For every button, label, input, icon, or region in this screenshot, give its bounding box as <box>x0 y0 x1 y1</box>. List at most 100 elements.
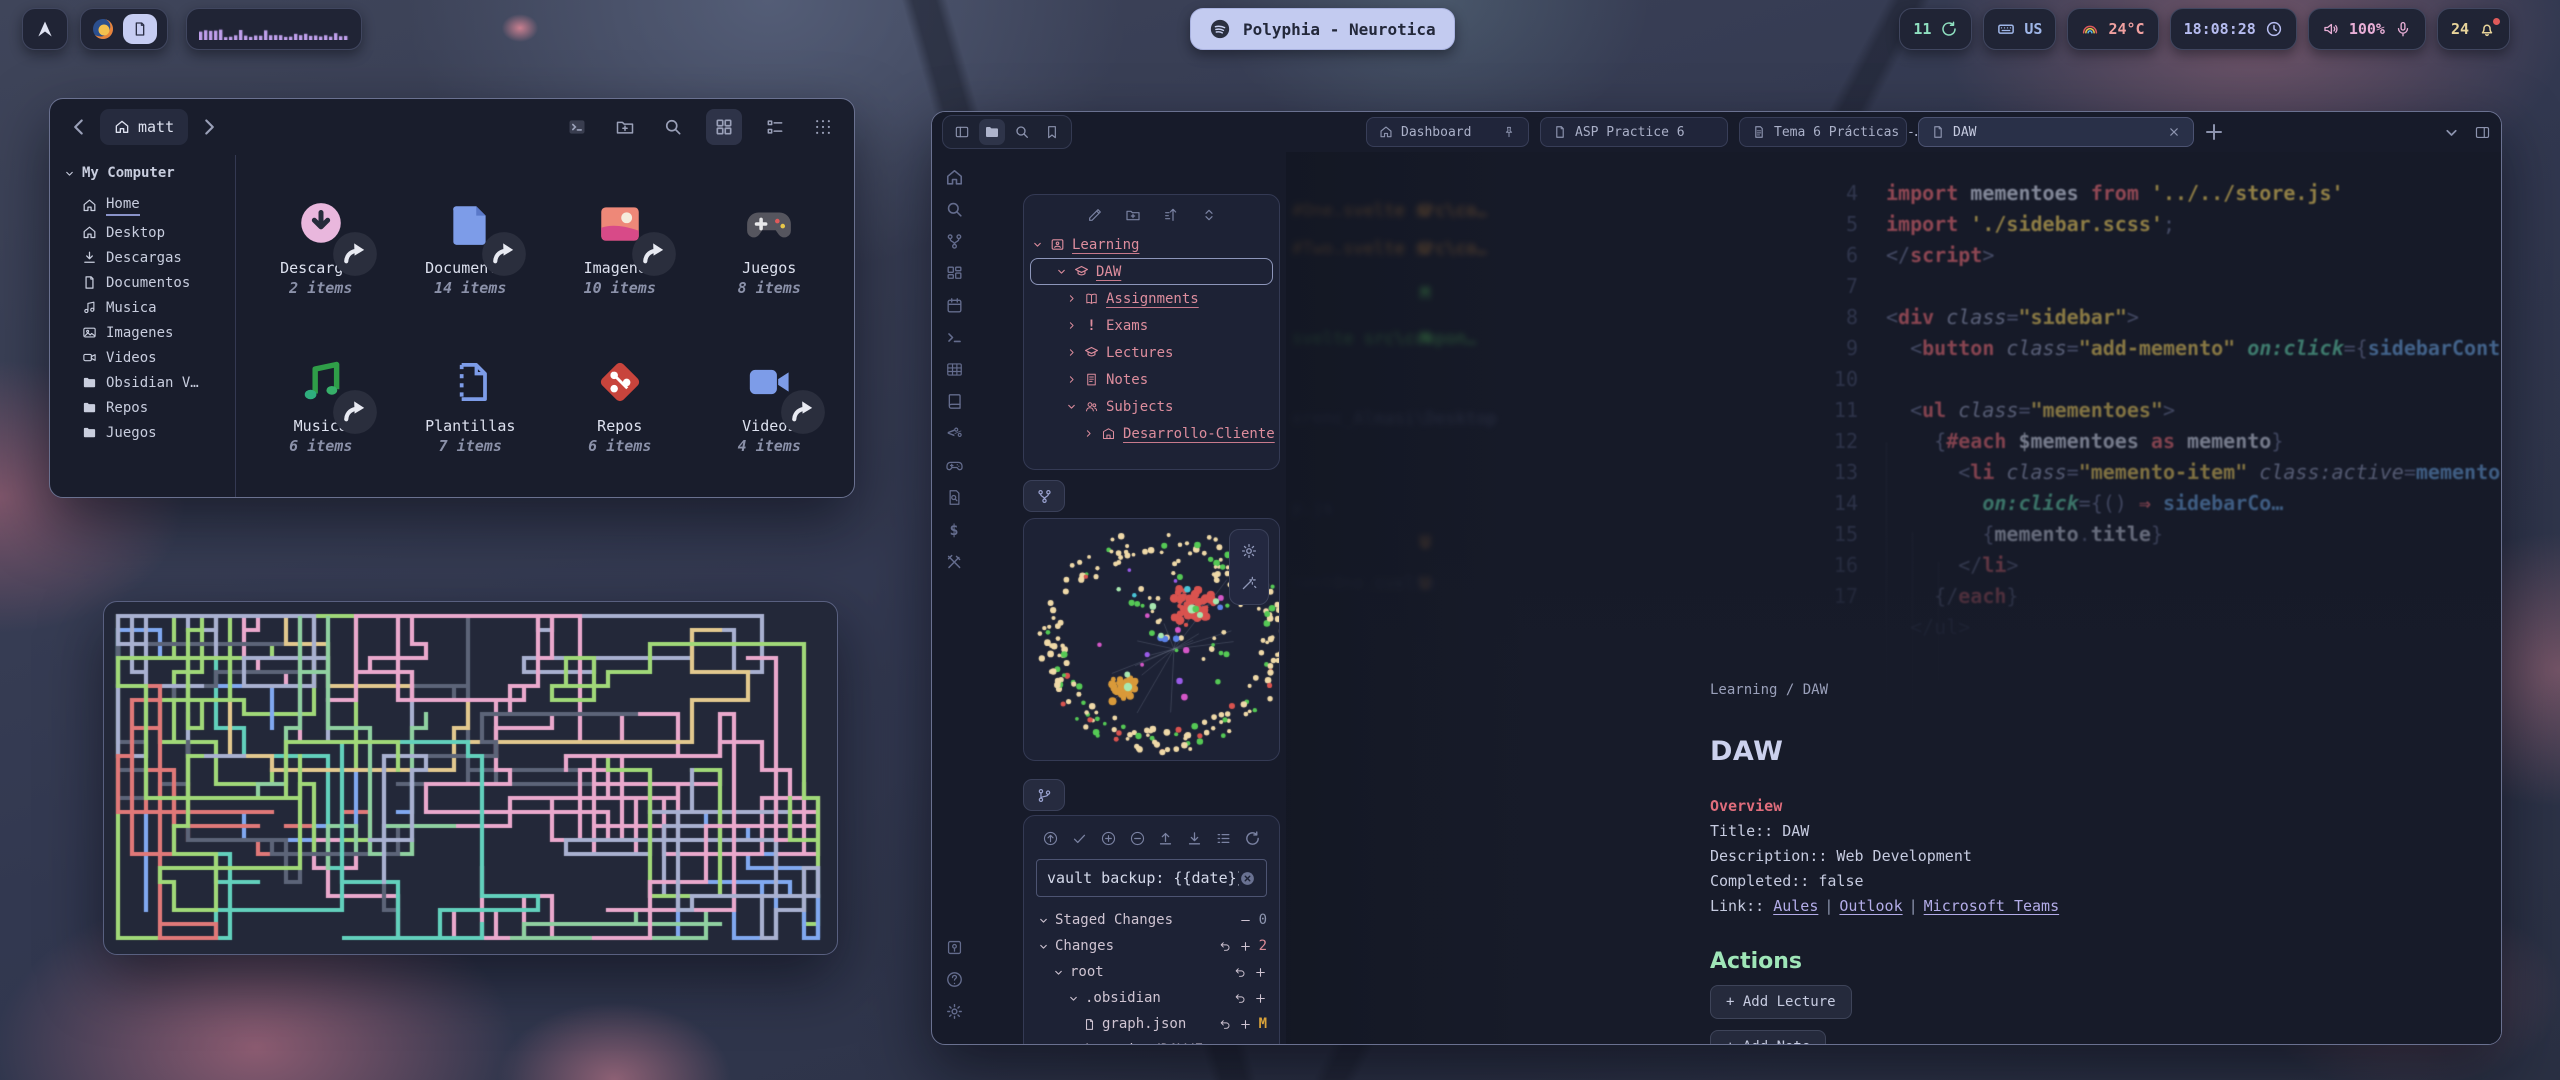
obsidian-top-panel-left-button[interactable] <box>949 119 975 145</box>
fm-sidebar-item-descargas[interactable]: Descargas <box>64 245 235 270</box>
push-icon[interactable] <box>1157 830 1174 847</box>
tab-daw[interactable]: DAW <box>1918 117 2194 147</box>
fm-tool-grid[interactable] <box>706 109 742 145</box>
fork-icon[interactable] <box>945 232 964 251</box>
folder-musica[interactable]: Musica6 items <box>246 327 396 485</box>
undo-icon[interactable] <box>1234 992 1247 1005</box>
gear-icon[interactable] <box>945 1002 964 1021</box>
action-button--add-lecture[interactable]: + Add Lecture <box>1710 985 1852 1019</box>
clear-message-icon[interactable] <box>1239 870 1256 887</box>
tree-item-daw[interactable]: DAW <box>1030 258 1273 285</box>
breadcrumb[interactable]: matt <box>100 109 188 145</box>
note-link-microsoft-teams[interactable]: Microsoft Teams <box>1924 897 2059 915</box>
file-search-icon[interactable] <box>945 488 964 507</box>
collapse-icon[interactable] <box>1201 207 1217 223</box>
git-row--obsidian[interactable]: .obsidian <box>1036 985 1267 1011</box>
undo-icon[interactable] <box>1234 966 1247 979</box>
fm-sidebar-item-obsidianv[interactable]: Obsidian V… <box>64 370 235 395</box>
pull-icon[interactable] <box>1186 830 1203 847</box>
obsidian-top-bookmark-button[interactable] <box>1039 119 1065 145</box>
check-icon[interactable] <box>1071 830 1088 847</box>
fm-tool-terminal[interactable] <box>562 112 592 142</box>
plus-icon[interactable] <box>1239 940 1252 953</box>
changes-list-icon[interactable] <box>1215 830 1232 847</box>
plus-circle-icon[interactable] <box>1100 830 1117 847</box>
git-row-staged-changes[interactable]: Staged Changes0 <box>1036 907 1267 933</box>
obsidian-top-folder-button[interactable] <box>979 119 1005 145</box>
edit-icon[interactable] <box>1087 207 1103 223</box>
status-clock[interactable]: 18:08:28 <box>2170 8 2297 50</box>
obsidian-top-search-button[interactable] <box>1009 119 1035 145</box>
fm-sidebar-item-desktop[interactable]: Desktop <box>64 220 235 245</box>
folder-plus-icon[interactable] <box>1125 207 1141 223</box>
terminal-pipes-window[interactable] <box>103 601 838 955</box>
plus-icon[interactable] <box>1263 1044 1276 1046</box>
status-updates[interactable]: 11 <box>1899 8 1972 50</box>
git-panel-tab[interactable] <box>1023 779 1065 811</box>
book-icon[interactable] <box>945 392 964 411</box>
panel-right-icon[interactable] <box>2474 124 2491 141</box>
note-link-aules[interactable]: Aules <box>1773 897 1818 915</box>
home-icon[interactable] <box>945 168 964 187</box>
fm-sidebar-item-documentos[interactable]: Documentos <box>64 270 235 295</box>
fm-sidebar-item-juegos[interactable]: Juegos <box>64 420 235 445</box>
sort-icon[interactable] <box>1163 207 1179 223</box>
folder-documentos[interactable]: Documentos14 items <box>396 169 546 327</box>
terminal2-icon[interactable] <box>945 328 964 347</box>
folder-videos[interactable]: Videos4 items <box>695 327 845 485</box>
tree-item-lectures[interactable]: Lectures <box>1024 339 1279 366</box>
fm-sidebar-item-imagenes[interactable]: Imagenes <box>64 320 235 345</box>
status-notifications[interactable]: 24 <box>2437 8 2510 50</box>
back-button[interactable] <box>66 114 92 140</box>
refresh-icon[interactable] <box>1244 830 1261 847</box>
fm-sidebar-item-videos[interactable]: Videos <box>64 345 235 370</box>
plus-icon[interactable] <box>1254 966 1267 979</box>
git-row-learning-daw-exams[interactable]: Learning/DAW/Exams <box>1036 1037 1267 1045</box>
close-tab-icon[interactable] <box>2167 125 2181 139</box>
tree-item-notes[interactable]: Notes <box>1024 366 1279 393</box>
folder-descargas[interactable]: Descargas2 items <box>246 169 396 327</box>
active-workspace[interactable] <box>123 14 157 44</box>
fm-sidebar-item-repos[interactable]: Repos <box>64 395 235 420</box>
undo-icon[interactable] <box>1219 1018 1232 1031</box>
action-button--add-note[interactable]: + Add Note <box>1710 1030 1826 1045</box>
git-row-root[interactable]: root <box>1036 959 1267 985</box>
graph-filter-icon[interactable] <box>1240 574 1258 592</box>
graph-settings-icon[interactable] <box>1240 542 1258 560</box>
forward-button[interactable] <box>196 114 222 140</box>
workspaces-widget[interactable] <box>80 8 168 50</box>
git-row-changes[interactable]: Changes2 <box>1036 933 1267 959</box>
fm-tool-folder-plus[interactable] <box>610 112 640 142</box>
code-icon[interactable]: <% <box>945 424 964 443</box>
chev-down-icon[interactable] <box>2443 124 2460 141</box>
app-launcher-button[interactable] <box>22 8 68 50</box>
fm-sidebar-item-home[interactable]: Home <box>64 191 235 220</box>
sidebar-root[interactable]: My Computer <box>64 165 235 181</box>
tab-tema-6-pr-cticas-[interactable]: Tema 6 Prácticas -… <box>1739 117 1907 147</box>
tab-asp-practice-6[interactable]: ASP Practice 6 <box>1540 117 1728 147</box>
tree-item-exams[interactable]: !Exams <box>1024 312 1279 339</box>
calendar-icon[interactable] <box>945 296 964 315</box>
minus-icon[interactable] <box>1239 914 1252 927</box>
fm-tool-search[interactable] <box>658 112 688 142</box>
layout-icon[interactable] <box>945 264 964 283</box>
tree-item-desarrollo-cliente[interactable]: Desarrollo-Cliente <box>1024 420 1279 447</box>
folder-imagenes[interactable]: Imagenes10 items <box>545 169 695 327</box>
note-link-outlook[interactable]: Outlook <box>1839 897 1902 915</box>
git-row-graph-json[interactable]: graph.jsonM <box>1036 1011 1267 1037</box>
undo-icon[interactable] <box>1243 1044 1256 1046</box>
status-weather[interactable]: 24°C <box>2067 8 2158 50</box>
plus-icon[interactable] <box>1254 992 1267 1005</box>
status-volume[interactable]: 100% <box>2308 8 2426 50</box>
commit-icon[interactable] <box>1042 830 1059 847</box>
new-tab-button[interactable] <box>2202 120 2226 144</box>
folder-repos[interactable]: Repos6 items <box>545 327 695 485</box>
gamepad-icon[interactable] <box>945 456 964 475</box>
now-playing-widget[interactable]: Polyphia - Neurotica <box>1190 8 1455 50</box>
fm-sidebar-item-musica[interactable]: Musica <box>64 295 235 320</box>
tools-icon[interactable] <box>945 552 964 571</box>
help-icon[interactable] <box>945 970 964 989</box>
undo-icon[interactable] <box>1219 940 1232 953</box>
plus-icon[interactable] <box>1239 1018 1252 1031</box>
commit-message-input[interactable] <box>1047 869 1239 887</box>
